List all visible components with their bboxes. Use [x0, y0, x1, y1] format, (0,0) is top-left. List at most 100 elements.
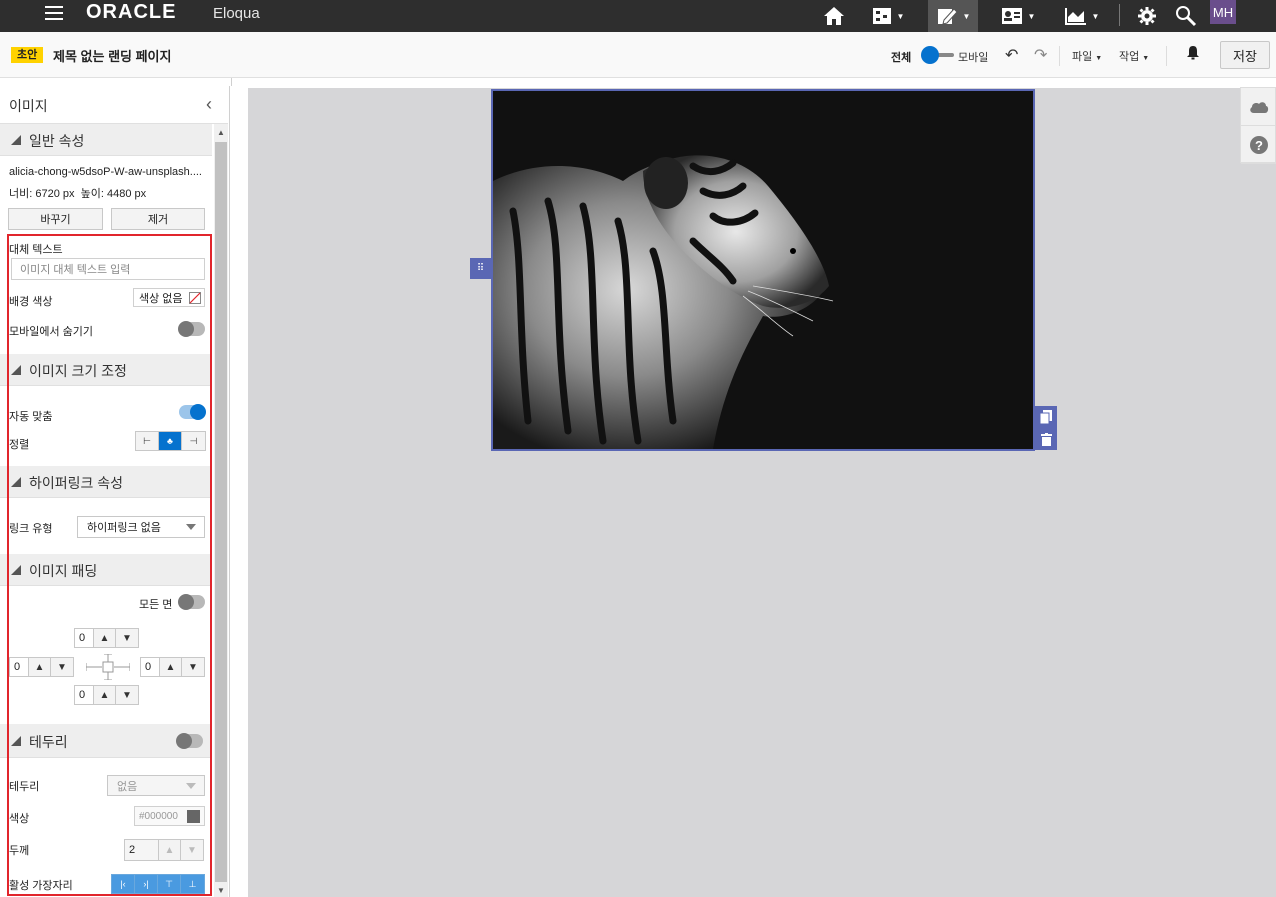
insight-menu[interactable]: ▼ — [1060, 0, 1104, 32]
padding-right-value[interactable]: 0 — [141, 658, 160, 676]
contacts-menu[interactable]: ▼ — [996, 0, 1040, 32]
decrement-icon[interactable]: ▼ — [181, 840, 203, 860]
all-sides-label: 모든 면 — [139, 599, 173, 611]
chevron-down-icon: ▼ — [1095, 55, 1103, 62]
edge-right-icon[interactable]: ›| — [135, 875, 158, 893]
border-thickness-value[interactable]: 2 — [125, 840, 159, 860]
height-value: 4480 px — [107, 188, 147, 200]
settings-gear-icon[interactable] — [1134, 0, 1160, 32]
tiger-image — [493, 91, 1033, 449]
padding-right-stepper[interactable]: 0 ▲ ▼ — [140, 657, 205, 677]
height-label: 높이 — [80, 188, 101, 200]
padding-top-stepper[interactable]: 0 ▲ ▼ — [74, 628, 139, 648]
bell-icon[interactable] — [1186, 45, 1200, 63]
selected-image-block[interactable] — [491, 89, 1035, 451]
chevron-left-icon[interactable]: ‹ — [206, 94, 212, 115]
align-segmented-control: ⊢ ♣ ⊣ — [135, 431, 206, 451]
section-hyperlink-header[interactable]: 하이퍼링크 속성 — [0, 466, 212, 498]
scrollbar-thumb[interactable] — [215, 142, 227, 882]
drag-handle-icon[interactable]: ⠿ — [470, 258, 491, 279]
help-icon[interactable]: ? — [1241, 126, 1276, 164]
actions-menu[interactable]: 작업 ▼ — [1119, 48, 1149, 64]
remove-button[interactable]: 제거 — [111, 208, 205, 230]
align-right-icon[interactable]: ⊣ — [182, 432, 205, 450]
image-filename: alicia-chong-w5dsoP-W-aw-unsplash.... — [9, 166, 202, 178]
actions-menu-label: 작업 — [1119, 51, 1140, 63]
file-menu[interactable]: 파일 ▼ — [1072, 48, 1102, 64]
increment-icon[interactable]: ▲ — [159, 840, 181, 860]
width-label: 너비 — [9, 188, 30, 200]
width-value: 6720 px — [35, 188, 75, 200]
border-enable-toggle[interactable] — [176, 733, 203, 749]
scroll-up-icon[interactable]: ▲ — [217, 128, 225, 137]
increment-icon[interactable]: ▲ — [94, 629, 116, 647]
active-edges-label: 활성 가장자리 — [9, 880, 73, 892]
panel-top-spacer — [0, 78, 232, 86]
border-style-select[interactable]: 없음 — [107, 775, 205, 796]
section-padding-header[interactable]: 이미지 패딩 — [0, 554, 212, 586]
link-type-value: 하이퍼링크 없음 — [87, 522, 161, 534]
decrement-icon[interactable]: ▼ — [182, 658, 204, 676]
dropdown-arrow-icon — [186, 783, 196, 789]
copy-icon[interactable] — [1035, 406, 1057, 428]
padding-bottom-value[interactable]: 0 — [75, 686, 94, 704]
border-color-value: #000000 — [139, 810, 178, 822]
properties-panel: 이미지 ‹ ▲ ▼ 일반 속성 alicia-chong-w5dsoP-W-aw… — [0, 86, 230, 897]
scroll-down-icon[interactable]: ▼ — [217, 886, 225, 895]
increment-icon[interactable]: ▲ — [160, 658, 182, 676]
panel-scrollbar[interactable]: ▲ ▼ — [214, 124, 228, 897]
decrement-icon[interactable]: ▼ — [116, 629, 138, 647]
edge-bottom-icon[interactable]: ⊥ — [181, 875, 204, 893]
bg-color-value: 색상 없음 — [139, 292, 183, 305]
link-type-select[interactable]: 하이퍼링크 없음 — [77, 516, 205, 538]
pencil-doc-icon — [937, 8, 958, 25]
view-desktop-label[interactable]: 전체 — [891, 49, 911, 65]
decrement-icon[interactable]: ▼ — [116, 686, 138, 704]
section-general-header[interactable]: 일반 속성 — [0, 124, 212, 156]
padding-bottom-stepper[interactable]: 0 ▲ ▼ — [74, 685, 139, 705]
border-style-value: 없음 — [117, 780, 138, 793]
section-border-header[interactable]: 테두리 — [0, 724, 212, 758]
orchestration-menu[interactable]: ▼ — [866, 0, 910, 32]
alt-text-input[interactable]: 이미지 대체 텍스트 입력 — [11, 258, 205, 280]
all-sides-toggle[interactable] — [178, 594, 205, 610]
bg-color-picker[interactable]: 색상 없음 — [133, 288, 205, 307]
collapse-triangle-icon — [11, 565, 21, 575]
redo-icon[interactable]: ↷ — [1034, 45, 1047, 65]
hamburger-menu-icon[interactable] — [45, 6, 63, 22]
border-color-picker[interactable]: #000000 — [134, 806, 205, 826]
search-icon[interactable] — [1173, 0, 1199, 32]
assets-menu[interactable]: ▼ — [928, 0, 978, 32]
border-thickness-stepper[interactable]: 2 ▲ ▼ — [124, 839, 204, 861]
save-button[interactable]: 저장 — [1220, 41, 1270, 69]
image-dimensions: 너비: 6720 px 높이: 4480 px — [9, 188, 147, 200]
increment-icon[interactable]: ▲ — [29, 658, 51, 676]
trash-icon[interactable] — [1035, 428, 1057, 450]
view-mobile-label[interactable]: 모바일 — [958, 49, 988, 65]
decrement-icon[interactable]: ▼ — [51, 658, 73, 676]
hide-mobile-toggle[interactable] — [178, 321, 205, 337]
auto-fit-toggle[interactable] — [179, 404, 206, 420]
dropdown-arrow-icon — [186, 524, 196, 530]
home-icon[interactable] — [820, 0, 848, 32]
top-nav-bar: ORACLE Eloqua ▼ ▼ ▼ ▼ MH — [0, 0, 1276, 32]
cloud-icon[interactable] — [1241, 88, 1276, 126]
user-avatar[interactable]: MH — [1210, 0, 1236, 24]
section-label: 테두리 — [29, 734, 68, 750]
bg-color-label: 배경 색상 — [9, 296, 53, 308]
increment-icon[interactable]: ▲ — [94, 686, 116, 704]
desktop-mobile-toggle[interactable] — [920, 46, 954, 64]
oracle-logo: ORACLE — [86, 1, 177, 23]
align-center-icon[interactable]: ♣ — [159, 432, 182, 450]
padding-top-value[interactable]: 0 — [75, 629, 94, 647]
section-sizing-header[interactable]: 이미지 크기 조정 — [0, 354, 212, 386]
page-title[interactable]: 제목 없는 랜딩 페이지 — [53, 46, 171, 65]
replace-button[interactable]: 바꾸기 — [8, 208, 103, 230]
undo-icon[interactable]: ↶ — [1005, 45, 1018, 65]
edge-left-icon[interactable]: |‹ — [112, 875, 135, 893]
padding-left-value[interactable]: 0 — [10, 658, 29, 676]
hide-mobile-label: 모바일에서 숨기기 — [9, 326, 94, 338]
align-left-icon[interactable]: ⊢ — [136, 432, 159, 450]
padding-left-stepper[interactable]: 0 ▲ ▼ — [9, 657, 74, 677]
edge-top-icon[interactable]: ⊤ — [158, 875, 181, 893]
